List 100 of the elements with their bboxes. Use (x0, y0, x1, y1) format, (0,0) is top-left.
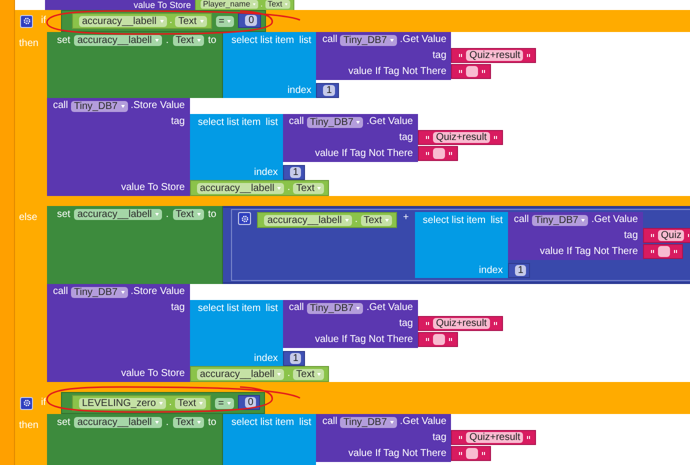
block-label: set (57, 417, 70, 429)
component-dropdown[interactable]: Tiny_DB7 (71, 100, 128, 112)
block-label: call (53, 286, 68, 298)
property-dropdown[interactable]: Text (293, 368, 324, 380)
block-label: index (287, 85, 312, 97)
gear-icon[interactable] (20, 14, 33, 28)
caret-icon (277, 372, 282, 376)
caret-icon (317, 372, 322, 376)
caret-icon (390, 420, 394, 424)
number-value[interactable]: 0 (244, 397, 256, 408)
block-label: + (402, 212, 409, 224)
quote-icon (426, 136, 429, 140)
block-label: index (478, 265, 503, 277)
text-value[interactable]: Quiz+result (432, 318, 490, 329)
component-dropdown[interactable]: accuracy__labell (264, 214, 352, 226)
property-dropdown[interactable]: Text (265, 0, 290, 9)
block-label: value To Store (121, 182, 185, 194)
property-dropdown[interactable]: Text (172, 417, 204, 428)
block-label: . (166, 35, 169, 47)
block-label: . (168, 397, 172, 409)
quote-icon (459, 436, 462, 440)
block-label: tag (432, 50, 446, 62)
caret-icon (227, 20, 232, 22)
text-value[interactable]: Quiz+result (466, 50, 524, 61)
component-dropdown[interactable]: Player_name (200, 0, 258, 9)
component-dropdown[interactable]: accuracy__labell (74, 35, 162, 46)
quote-icon (459, 54, 462, 58)
caret-icon (160, 20, 164, 22)
block-label: .Get Value (400, 34, 446, 46)
block-label: value To Store (121, 368, 185, 380)
block-label: call (288, 116, 304, 128)
caret-icon (390, 38, 394, 42)
component-dropdown[interactable]: Tiny_DB7 (340, 34, 397, 46)
property-dropdown[interactable]: Text (175, 16, 207, 26)
quote-icon (527, 54, 530, 58)
caret-icon (356, 120, 360, 124)
block-label: .Get Value (591, 214, 638, 226)
block-keyword: then (19, 38, 38, 50)
caret-icon (252, 3, 256, 6)
component-dropdown[interactable]: Tiny_DB7 (306, 116, 364, 128)
caret-icon (344, 218, 349, 222)
block-label: .Store Value (130, 100, 185, 112)
number-value[interactable]: 1 (514, 265, 526, 276)
number-value[interactable]: 1 (290, 353, 302, 364)
block-label: . (170, 15, 172, 27)
gear-icon[interactable] (20, 396, 33, 410)
block-label: . (166, 209, 169, 221)
component-dropdown[interactable]: accuracy__labell (196, 182, 284, 194)
block-label: call (288, 302, 304, 314)
quote-icon (494, 322, 497, 326)
component-dropdown[interactable]: accuracy__labell (196, 368, 284, 380)
block-label: call (322, 34, 338, 46)
component-dropdown[interactable]: accuracy__labell (79, 16, 166, 26)
block-label: value If Tag Not There (348, 448, 446, 460)
block-label: .Get Value (366, 116, 413, 128)
block-label: to (208, 209, 216, 221)
gear-icon[interactable] (238, 212, 252, 225)
property-dropdown[interactable]: Text (174, 398, 206, 408)
block-label: tag (170, 116, 185, 128)
block-label: list (266, 117, 278, 129)
caret-icon (158, 402, 163, 404)
component-dropdown[interactable]: Tiny_DB7 (532, 214, 588, 226)
quote-icon (426, 322, 429, 326)
quote-icon (527, 436, 530, 440)
operator-dropdown[interactable]: = (215, 398, 234, 408)
caret-icon (356, 306, 360, 310)
text-value[interactable]: Quiz+result (466, 432, 524, 443)
quote-icon (459, 70, 462, 74)
component-dropdown[interactable]: accuracy__labell (74, 209, 162, 220)
block-label: .Get Value (400, 416, 446, 428)
text-value[interactable]: Quiz (658, 230, 684, 241)
block-label: select list item (231, 35, 294, 47)
component-dropdown[interactable]: LEVELING_zero (79, 398, 166, 408)
operator-dropdown[interactable]: = (216, 16, 234, 26)
block-label: tag (624, 230, 638, 242)
component-dropdown[interactable]: Tiny_DB7 (340, 416, 397, 428)
block-label: select list item (198, 117, 261, 129)
component-dropdown[interactable]: Tiny_DB7 (71, 286, 128, 298)
component-dropdown[interactable]: Tiny_DB7 (306, 302, 364, 314)
property-dropdown[interactable]: Text (293, 182, 324, 194)
component-dropdown[interactable]: accuracy__labell (74, 417, 162, 428)
block-keyword: else (19, 212, 38, 224)
block-label: . (260, 0, 263, 10)
text-value[interactable]: Quiz+result (432, 132, 490, 143)
caret-icon (384, 218, 389, 222)
caret-icon (154, 421, 159, 424)
number-value[interactable]: 1 (290, 167, 302, 178)
block-label: list (299, 35, 312, 47)
block-label: index (254, 167, 278, 179)
caret-icon (120, 104, 125, 108)
property-dropdown[interactable]: Text (360, 214, 392, 226)
block-label: select list item (198, 303, 261, 315)
block-label: to (208, 35, 216, 47)
number-value[interactable]: 1 (323, 85, 335, 96)
block-label: set (57, 209, 70, 221)
property-dropdown[interactable]: Text (172, 209, 204, 220)
number-value[interactable]: 0 (245, 15, 258, 26)
quote-icon (448, 152, 452, 156)
block-label: set (57, 35, 70, 47)
property-dropdown[interactable]: Text (172, 35, 204, 46)
